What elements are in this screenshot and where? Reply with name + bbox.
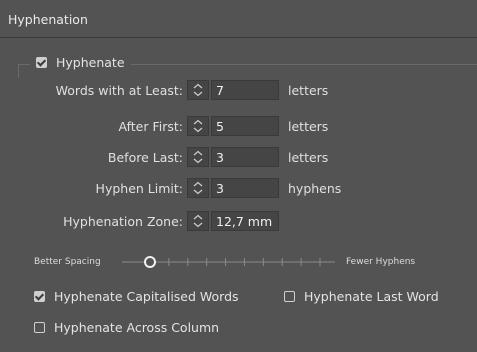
field-label: Hyphenation Zone: [63, 214, 183, 229]
field-label: Words with at Least: [55, 83, 183, 98]
field-label: Hyphen Limit: [95, 181, 183, 196]
after-first-input[interactable]: 5 [211, 116, 279, 136]
unit-label: letters [288, 150, 329, 165]
slider-right-label: Fewer Hyphens [346, 257, 416, 267]
panel-title-bar: Hyphenation [0, 0, 477, 38]
checkbox-checked-icon[interactable] [36, 57, 47, 68]
checkbox-checked-icon[interactable] [34, 291, 45, 302]
stepper-icon[interactable] [187, 116, 209, 136]
checkbox-unchecked-icon[interactable] [284, 291, 295, 302]
slider-thumb[interactable] [144, 256, 156, 268]
after-first-row: After First: 5 letters [0, 116, 477, 136]
before-last-row: Before Last: 3 letters [0, 147, 477, 167]
hyphenate-last-word-label: Hyphenate Last Word [304, 289, 439, 304]
spacing-slider-row: Better Spacing Fewer Hyphens [0, 252, 477, 272]
field-label: Before Last: [107, 150, 183, 165]
words-with-at-least-input[interactable]: 7 [211, 80, 279, 100]
unit-label: hyphens [288, 181, 342, 196]
hyphenation-zone-input[interactable]: 12,7 mm [211, 211, 279, 231]
panel-title: Hyphenation [8, 12, 88, 27]
stepper-icon[interactable] [187, 80, 209, 100]
field-label: After First: [118, 119, 183, 134]
unit-label: letters [288, 119, 329, 134]
unit-label: letters [288, 83, 329, 98]
hyphenate-across-column-checkbox[interactable]: Hyphenate Across Column [34, 320, 219, 335]
hyphen-limit-row: Hyphen Limit: 3 hyphens [0, 178, 477, 198]
checkbox-unchecked-icon[interactable] [34, 322, 45, 333]
words-with-at-least-row: Words with at Least: 7 letters [0, 80, 477, 100]
hyphenate-checkbox[interactable]: Hyphenate [30, 55, 131, 70]
hyphenation-zone-row: Hyphenation Zone: 12,7 mm [0, 211, 477, 231]
hyphenate-capitalised-label: Hyphenate Capitalised Words [54, 289, 239, 304]
hyphenate-last-word-checkbox[interactable]: Hyphenate Last Word [284, 289, 439, 304]
hyphen-limit-input[interactable]: 3 [211, 178, 279, 198]
hyphenate-capitalised-checkbox[interactable]: Hyphenate Capitalised Words [34, 289, 239, 304]
slider-left-label: Better Spacing [34, 257, 101, 267]
before-last-input[interactable]: 3 [211, 147, 279, 167]
stepper-icon[interactable] [187, 211, 209, 231]
group-divider-left [18, 64, 19, 78]
spacing-slider[interactable] [120, 252, 340, 272]
stepper-icon[interactable] [187, 147, 209, 167]
hyphenate-across-column-label: Hyphenate Across Column [54, 320, 220, 335]
stepper-icon[interactable] [187, 178, 209, 198]
hyphenate-label: Hyphenate [56, 55, 125, 70]
